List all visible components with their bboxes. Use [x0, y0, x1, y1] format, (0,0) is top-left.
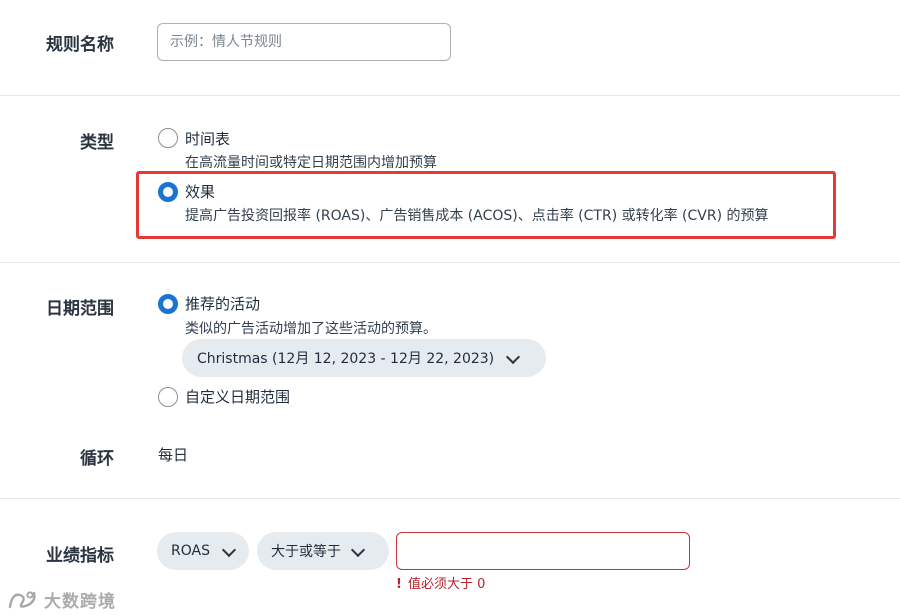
recommended-event-value: Christmas (12月 12, 2023 - 12月 22, 2023)	[197, 351, 495, 367]
date-custom-radio[interactable]	[158, 387, 178, 407]
recommended-event-dropdown[interactable]: Christmas (12月 12, 2023 - 12月 22, 2023)	[182, 339, 546, 377]
metric-value-input[interactable]	[396, 532, 690, 570]
date-recommended-radio[interactable]	[158, 294, 178, 314]
recurrence-label: 循环	[80, 449, 114, 469]
type-performance-title[interactable]: 效果	[185, 181, 215, 202]
date-custom-title[interactable]: 自定义日期范围	[185, 386, 290, 407]
operator-dropdown[interactable]: 大于或等于	[257, 532, 389, 570]
type-schedule-description: 在高流量时间或特定日期范围内增加预算	[185, 155, 437, 171]
error-icon: !	[396, 577, 402, 592]
metric-label: 业绩指标	[46, 546, 114, 566]
watermark: 大数跨境	[6, 587, 116, 612]
divider	[0, 262, 900, 263]
date-recommended-title[interactable]: 推荐的活动	[185, 293, 260, 314]
metric-dropdown[interactable]: ROAS	[157, 532, 249, 570]
metric-error-text: 值必须大于 0	[407, 577, 486, 592]
type-schedule-radio[interactable]	[158, 128, 178, 148]
watermark-text: 大数跨境	[44, 592, 116, 612]
metric-error-message: ! 值必须大于 0	[396, 573, 485, 592]
date-range-label: 日期范围	[46, 299, 114, 319]
divider	[0, 95, 900, 96]
type-performance-description: 提高广告投资回报率 (ROAS)、广告销售成本 (ACOS)、点击率 (CTR)…	[185, 208, 769, 224]
operator-dropdown-value: 大于或等于	[271, 544, 341, 560]
divider	[0, 498, 900, 499]
chevron-down-icon	[506, 349, 521, 366]
metric-dropdown-value: ROAS	[171, 543, 210, 559]
type-label: 类型	[80, 133, 114, 153]
rule-name-input[interactable]	[157, 23, 451, 61]
type-schedule-title[interactable]: 时间表	[185, 128, 230, 149]
chevron-down-icon	[350, 542, 366, 559]
recurrence-value: 每日	[158, 446, 189, 464]
chevron-down-icon	[221, 542, 237, 559]
rule-name-label: 规则名称	[46, 35, 114, 55]
date-recommended-description: 类似的广告活动增加了这些活动的预算。	[185, 321, 437, 337]
watermark-logo-icon	[8, 590, 36, 608]
type-performance-radio[interactable]	[158, 182, 178, 202]
